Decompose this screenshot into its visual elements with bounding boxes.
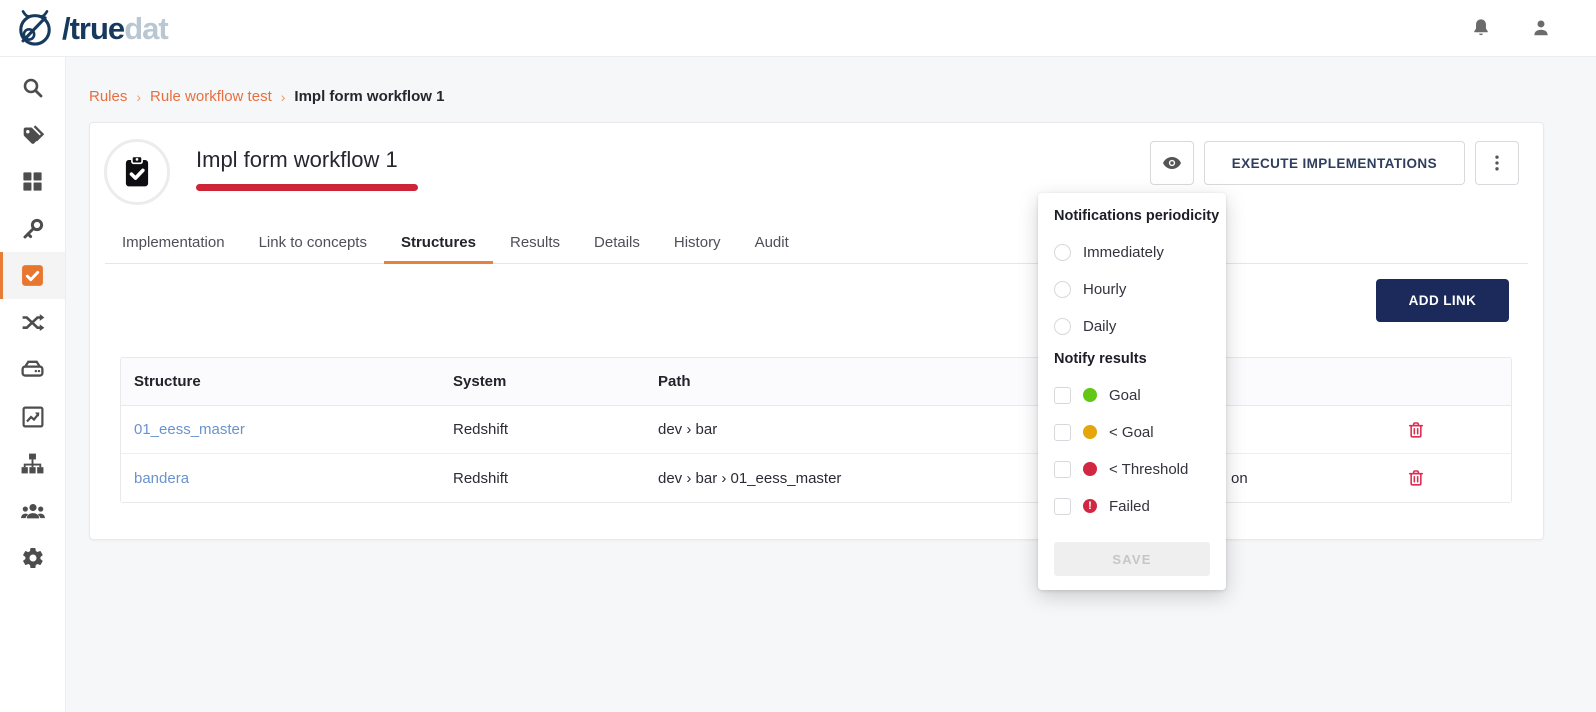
gear-icon — [21, 546, 45, 570]
tab-implementation[interactable]: Implementation — [105, 223, 242, 264]
tab-audit[interactable]: Audit — [738, 223, 806, 264]
sidebar-item-permissions[interactable] — [0, 205, 65, 252]
sidebar-item-tags[interactable] — [0, 111, 65, 158]
system-cell: Redshift — [453, 421, 658, 438]
below-goal-status-dot — [1083, 425, 1097, 439]
table-header-row: Structure System Path — [121, 358, 1511, 406]
breadcrumb-separator: › — [136, 89, 141, 105]
breadcrumb-separator: › — [281, 89, 286, 105]
add-link-button[interactable]: ADD LINK — [1376, 279, 1509, 322]
radio-button-icon[interactable] — [1054, 244, 1071, 261]
header-actions: EXECUTE IMPLEMENTATIONS — [1150, 141, 1519, 185]
tab-results[interactable]: Results — [493, 223, 577, 264]
structures-table: Structure System Path 01_eess_master Red… — [120, 357, 1512, 503]
trash-icon — [1406, 468, 1426, 488]
structure-link[interactable]: bandera — [134, 470, 189, 487]
clipboard-check-icon — [119, 154, 155, 190]
breadcrumb-link-rules[interactable]: Rules — [89, 88, 127, 105]
sidebar-item-settings[interactable] — [0, 534, 65, 581]
checkbox-option-below-goal[interactable]: < Goal — [1054, 420, 1210, 444]
truedat-logo[interactable]: /truedat — [0, 6, 168, 50]
view-button[interactable] — [1150, 141, 1194, 185]
popup-results-title: Notify results — [1054, 351, 1210, 367]
owl-logo-icon — [13, 6, 57, 50]
tab-link-to-concepts[interactable]: Link to concepts — [242, 223, 384, 264]
eye-icon — [1161, 152, 1183, 174]
column-header-system: System — [453, 373, 658, 390]
structure-link[interactable]: 01_eess_master — [134, 421, 245, 438]
rules-check-icon — [20, 263, 45, 288]
system-cell: Redshift — [453, 470, 658, 487]
sidebar-item-charts[interactable] — [0, 393, 65, 440]
breadcrumb-link-rule-workflow-test[interactable]: Rule workflow test — [150, 88, 272, 105]
checkbox-option-failed[interactable]: Failed — [1054, 494, 1210, 518]
sidebar-item-groups[interactable] — [0, 487, 65, 534]
tab-details[interactable]: Details — [577, 223, 657, 264]
tags-icon — [21, 123, 45, 147]
search-icon — [21, 76, 45, 100]
obscured-text-fragment: on — [1231, 470, 1248, 487]
trash-icon — [1406, 420, 1426, 440]
sidebar-item-rules[interactable] — [0, 252, 65, 299]
radio-option-hourly[interactable]: Hourly — [1054, 277, 1210, 301]
card-header: Impl form workflow 1 — [104, 139, 418, 205]
goal-status-dot — [1083, 388, 1097, 402]
radio-option-daily[interactable]: Daily — [1054, 314, 1210, 338]
kebab-menu-icon — [1487, 153, 1507, 173]
user-profile-icon[interactable] — [1530, 17, 1552, 39]
failed-exclamation-icon — [1083, 499, 1097, 513]
tab-bar: Implementation Link to concepts Structur… — [105, 223, 1528, 264]
grid-icon — [21, 170, 44, 193]
more-options-button[interactable] — [1475, 141, 1519, 185]
drive-icon — [20, 357, 45, 382]
implementation-badge — [104, 139, 170, 205]
page-title: Impl form workflow 1 — [196, 147, 418, 173]
notifications-bell-icon[interactable] — [1470, 17, 1492, 39]
execute-implementations-button[interactable]: EXECUTE IMPLEMENTATIONS — [1204, 141, 1465, 185]
checkbox-icon[interactable] — [1054, 387, 1071, 404]
app-header: /truedat — [0, 0, 1596, 57]
breadcrumb-current: Impl form workflow 1 — [294, 88, 444, 105]
sitemap-icon — [20, 451, 45, 476]
table-row: bandera Redshift dev › bar › 01_eess_mas… — [121, 454, 1511, 502]
sidebar-item-lineage[interactable] — [0, 299, 65, 346]
checkbox-option-goal[interactable]: Goal — [1054, 383, 1210, 407]
table-row: 01_eess_master Redshift dev › bar — [121, 406, 1511, 454]
sidebar-item-hierarchy[interactable] — [0, 440, 65, 487]
implementation-card: Impl form workflow 1 EXECUTE IMPLEMENTAT… — [89, 122, 1544, 540]
main-content: Rules › Rule workflow test › Impl form w… — [66, 57, 1596, 712]
column-header-structure: Structure — [121, 373, 453, 390]
popup-periodicity-title: Notifications periodicity — [1054, 208, 1210, 224]
notifications-popup: Notifications periodicity Immediately Ho… — [1038, 193, 1226, 590]
radio-button-icon[interactable] — [1054, 281, 1071, 298]
users-icon — [20, 498, 46, 524]
sidebar-item-search[interactable] — [0, 64, 65, 111]
delete-link-button[interactable] — [1404, 418, 1428, 442]
below-threshold-status-dot — [1083, 462, 1097, 476]
save-button[interactable]: SAVE — [1054, 542, 1210, 576]
checkbox-icon[interactable] — [1054, 498, 1071, 515]
chart-icon — [21, 405, 45, 429]
sidebar-item-systems[interactable] — [0, 346, 65, 393]
shuffle-icon — [20, 310, 45, 335]
checkbox-icon[interactable] — [1054, 424, 1071, 441]
breadcrumb: Rules › Rule workflow test › Impl form w… — [89, 88, 444, 105]
tab-history[interactable]: History — [657, 223, 738, 264]
delete-link-button[interactable] — [1404, 466, 1428, 490]
sidebar — [0, 57, 66, 712]
checkbox-icon[interactable] — [1054, 461, 1071, 478]
radio-option-immediately[interactable]: Immediately — [1054, 240, 1210, 264]
checkbox-option-below-threshold[interactable]: < Threshold — [1054, 457, 1210, 481]
sidebar-item-dashboard[interactable] — [0, 158, 65, 205]
key-icon — [21, 217, 45, 241]
logo-text: /truedat — [62, 13, 168, 44]
tab-structures[interactable]: Structures — [384, 223, 493, 264]
radio-button-icon[interactable] — [1054, 318, 1071, 335]
result-progress-bar — [196, 184, 418, 191]
